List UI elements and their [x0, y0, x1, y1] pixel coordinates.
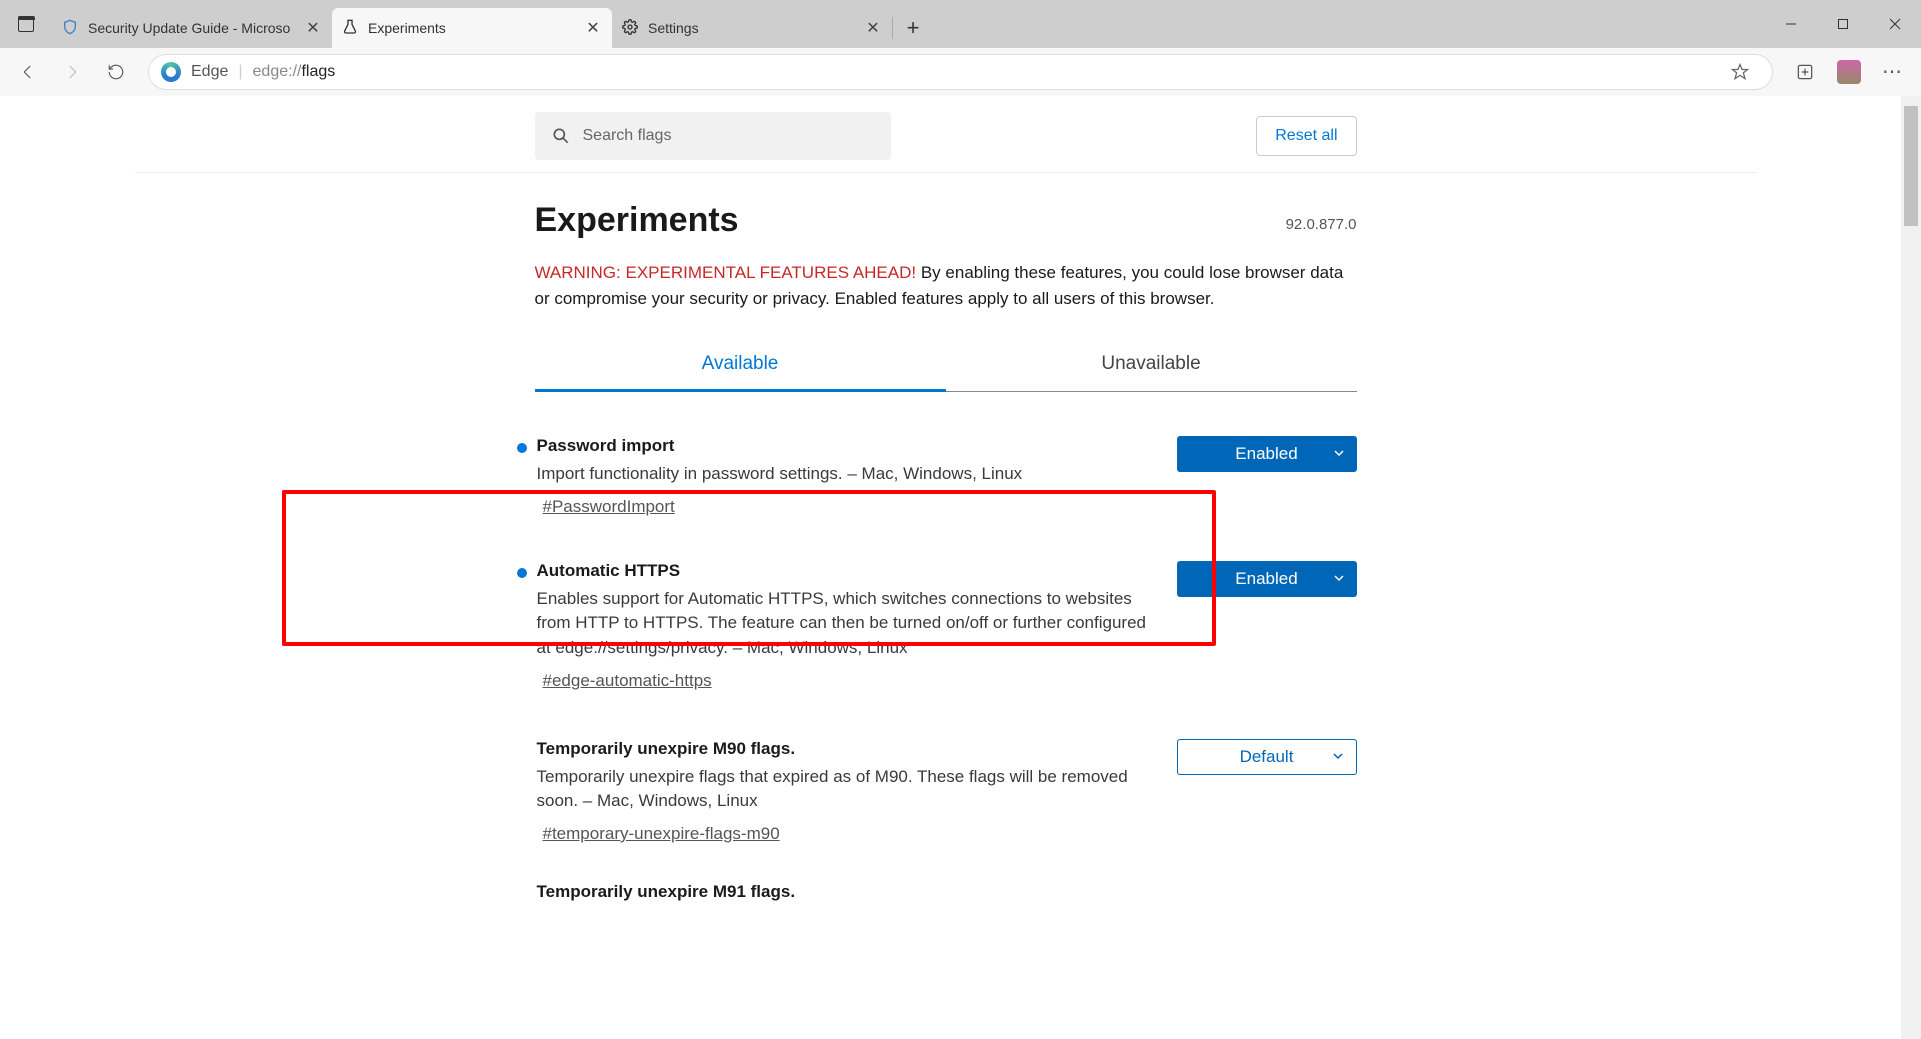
tab-title: Security Update Guide - Microso: [88, 20, 294, 36]
refresh-button[interactable]: [96, 52, 136, 92]
reset-all-button[interactable]: Reset all: [1256, 116, 1356, 156]
address-separator: |: [238, 63, 242, 81]
filter-tabs: Available Unavailable: [535, 341, 1357, 392]
address-bar[interactable]: Edge | edge://flags: [148, 54, 1773, 90]
gear-icon: [622, 19, 638, 38]
tab-title: Experiments: [368, 20, 574, 36]
avatar: [1837, 60, 1861, 84]
new-tab-button[interactable]: +: [893, 8, 933, 48]
search-icon: [551, 126, 571, 146]
flag-hash-link[interactable]: #temporary-unexpire-flags-m90: [537, 824, 780, 844]
back-button[interactable]: [8, 52, 48, 92]
address-url: edge://flags: [253, 63, 336, 81]
modified-dot-icon: [517, 568, 527, 578]
tab-strip: Security Update Guide - Microso ✕ Experi…: [52, 0, 933, 48]
scrollbar-thumb[interactable]: [1904, 106, 1918, 226]
tab-actions-button[interactable]: [0, 0, 52, 48]
warning-text: WARNING: EXPERIMENTAL FEATURES AHEAD! By…: [535, 260, 1357, 311]
flag-title: Temporarily unexpire M91 flags.: [537, 882, 1327, 902]
version-label: 92.0.877.0: [1286, 216, 1357, 233]
profile-button[interactable]: [1829, 52, 1869, 92]
search-input[interactable]: Search flags: [535, 112, 892, 160]
page-body: Search flags Reset all Experiments 92.0.…: [0, 96, 1901, 1039]
flag-row: Temporarily unexpire M90 flags. Temporar…: [535, 715, 1357, 858]
favorite-button[interactable]: [1720, 62, 1760, 82]
close-window-button[interactable]: [1869, 0, 1921, 48]
flag-description: Enables support for Automatic HTTPS, whi…: [537, 587, 1147, 661]
flag-description: Temporarily unexpire flags that expired …: [537, 765, 1147, 814]
search-placeholder: Search flags: [583, 127, 672, 145]
flag-hash-link[interactable]: #edge-automatic-https: [537, 671, 712, 691]
flag-state-select[interactable]: Enabled: [1177, 436, 1357, 472]
flag-title: Password import: [537, 436, 1147, 456]
page-title: Experiments: [535, 201, 739, 240]
collections-button[interactable]: [1785, 62, 1825, 82]
maximize-button[interactable]: [1817, 0, 1869, 48]
more-menu-button[interactable]: ⋯: [1873, 59, 1913, 84]
address-product-label: Edge: [191, 63, 228, 81]
flag-row: Temporarily unexpire M91 flags.: [535, 858, 1357, 902]
minimize-button[interactable]: [1765, 0, 1817, 48]
flask-icon: [342, 19, 358, 38]
flag-title: Automatic HTTPS: [537, 561, 1147, 581]
shield-icon: [62, 19, 78, 38]
vertical-scrollbar[interactable]: [1901, 96, 1921, 1039]
chevron-down-icon: [1333, 444, 1345, 464]
tab-settings[interactable]: Settings ✕: [612, 8, 892, 48]
tab-actions-icon: [18, 16, 34, 32]
chevron-down-icon: [1333, 569, 1345, 589]
close-icon[interactable]: ✕: [584, 19, 602, 37]
tab-unavailable[interactable]: Unavailable: [946, 341, 1357, 392]
flag-state-select[interactable]: Default: [1177, 739, 1357, 775]
window-controls: [1765, 0, 1921, 48]
browser-toolbar: Edge | edge://flags ⋯: [0, 48, 1921, 96]
flag-row: Password import Import functionality in …: [535, 412, 1357, 531]
forward-button[interactable]: [52, 52, 92, 92]
edge-logo-icon: [161, 62, 181, 82]
close-icon[interactable]: ✕: [864, 19, 882, 37]
modified-dot-icon: [517, 443, 527, 453]
flag-description: Import functionality in password setting…: [537, 462, 1147, 487]
window-titlebar: Security Update Guide - Microso ✕ Experi…: [0, 0, 1921, 48]
chevron-down-icon: [1332, 747, 1344, 767]
tab-experiments[interactable]: Experiments ✕: [332, 8, 612, 48]
tab-title: Settings: [648, 20, 854, 36]
flag-title: Temporarily unexpire M90 flags.: [537, 739, 1147, 759]
tab-available[interactable]: Available: [535, 341, 946, 392]
flag-row: Automatic HTTPS Enables support for Auto…: [535, 531, 1357, 715]
flag-state-select[interactable]: Enabled: [1177, 561, 1357, 597]
tab-security-update-guide[interactable]: Security Update Guide - Microso ✕: [52, 8, 332, 48]
flag-hash-link[interactable]: #PasswordImport: [537, 497, 675, 517]
close-icon[interactable]: ✕: [304, 19, 322, 37]
